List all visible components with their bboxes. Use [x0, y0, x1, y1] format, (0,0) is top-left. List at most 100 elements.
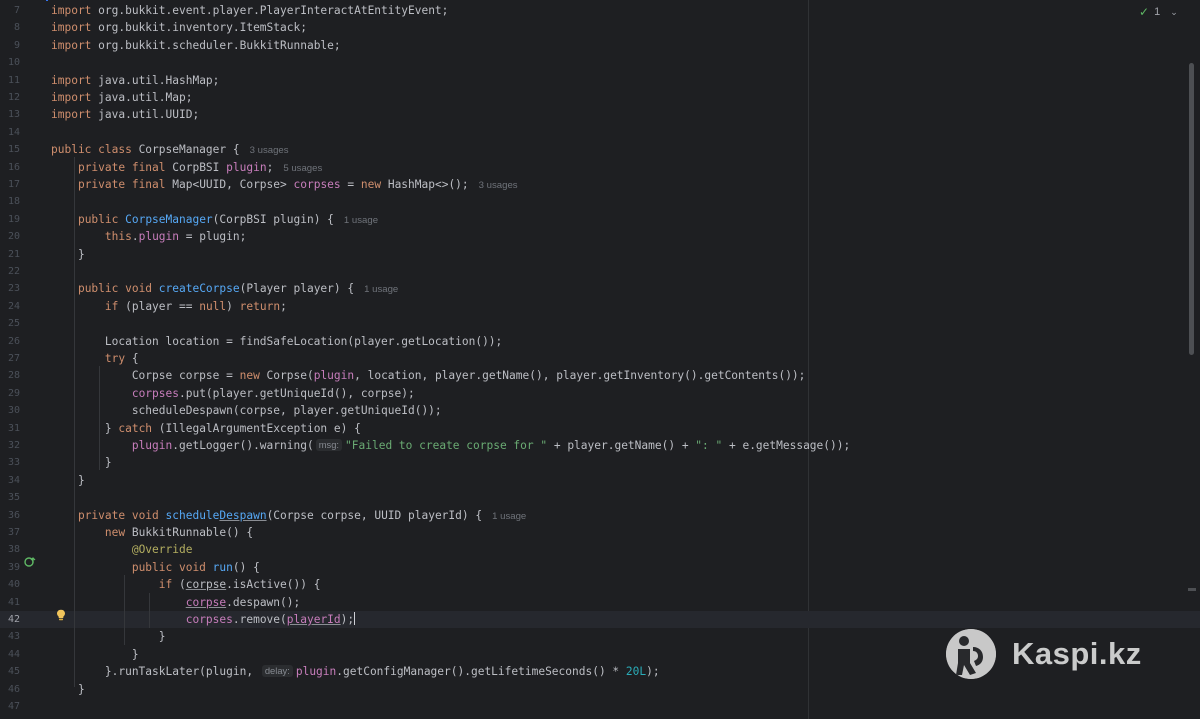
code-line[interactable]: 32 plugin.getLogger().warning(msg: "Faile…	[0, 437, 1200, 454]
code-text[interactable]: corpse.despawn();	[51, 594, 301, 611]
code-text[interactable]: corpses.put(player.getUniqueId(), corpse…	[51, 385, 415, 402]
code-line[interactable]: 47	[0, 698, 1200, 715]
line-number[interactable]: 46	[0, 681, 20, 698]
code-line[interactable]: 27 try {	[0, 350, 1200, 367]
line-number[interactable]: 40	[0, 576, 20, 593]
line-number[interactable]: 42	[0, 611, 20, 628]
code-text[interactable]: corpses.remove(playerId);	[51, 611, 356, 628]
line-number[interactable]: 15	[0, 141, 20, 158]
vertical-scrollbar-thumb[interactable]	[1189, 63, 1194, 355]
code-line[interactable]: 21 }	[0, 246, 1200, 263]
code-line[interactable]: 14	[0, 124, 1200, 141]
code-text[interactable]: scheduleDespawn(corpse, player.getUnique…	[51, 402, 442, 419]
line-number[interactable]: 35	[0, 489, 20, 506]
code-text[interactable]: }.runTaskLater(plugin, delay: plugin.getC…	[51, 663, 660, 680]
code-line[interactable]: 16 private final CorpBSI plugin; 5 usages	[0, 159, 1200, 176]
line-number[interactable]: 47	[0, 698, 20, 715]
line-number[interactable]: 44	[0, 646, 20, 663]
line-number[interactable]: 14	[0, 124, 20, 141]
code-line[interactable]: 31 } catch (IllegalArgumentException e) …	[0, 420, 1200, 437]
line-number[interactable]: 41	[0, 594, 20, 611]
code-line[interactable]: 29 corpses.put(player.getUniqueId(), cor…	[0, 385, 1200, 402]
usages-hint[interactable]: 1 usage	[344, 215, 378, 226]
line-number[interactable]: 24	[0, 298, 20, 315]
code-line[interactable]: 30 scheduleDespawn(corpse, player.getUni…	[0, 402, 1200, 419]
code-text[interactable]: new BukkitRunnable() {	[51, 524, 253, 541]
code-text[interactable]: Location location = findSafeLocation(pla…	[51, 333, 502, 350]
line-number[interactable]: 25	[0, 315, 20, 332]
code-text[interactable]: Corpse corpse = new Corpse(plugin, locat…	[51, 367, 806, 384]
code-text[interactable]: import org.bukkit.event.player.PlayerInt…	[51, 2, 448, 19]
code-text[interactable]: import java.util.Map;	[51, 89, 192, 106]
line-number[interactable]: 29	[0, 385, 20, 402]
line-number[interactable]: 16	[0, 159, 20, 176]
code-text[interactable]: import java.util.UUID;	[51, 106, 199, 123]
code-text[interactable]: if (corpse.isActive()) {	[51, 576, 321, 593]
code-text[interactable]: }	[51, 454, 112, 471]
code-text[interactable]: this.plugin = plugin;	[51, 228, 246, 245]
code-line[interactable]: 42 corpses.remove(playerId);	[0, 611, 1200, 629]
code-line[interactable]: 17 private final Map<UUID, Corpse> corps…	[0, 176, 1200, 193]
line-number[interactable]: 9	[0, 37, 20, 54]
code-text[interactable]: }	[51, 681, 85, 698]
code-line[interactable]: 13 import java.util.UUID;	[0, 106, 1200, 123]
chevron-down-icon[interactable]: ⌄	[1170, 7, 1178, 18]
code-line[interactable]: 33 }	[0, 454, 1200, 471]
line-number[interactable]: 10	[0, 54, 20, 71]
code-line[interactable]: 18	[0, 193, 1200, 210]
parameter-hint[interactable]: msg:	[315, 439, 343, 451]
line-number[interactable]: 38	[0, 541, 20, 558]
line-number[interactable]: 45	[0, 663, 20, 680]
line-number[interactable]: 37	[0, 524, 20, 541]
code-line[interactable]: 20 this.plugin = plugin;	[0, 228, 1200, 245]
code-text[interactable]: }	[51, 246, 85, 263]
line-number[interactable]: 21	[0, 246, 20, 263]
code-line[interactable]: 35	[0, 489, 1200, 506]
code-text[interactable]: if (player == null) return;	[51, 298, 287, 315]
override-gutter-icon[interactable]	[24, 556, 36, 574]
code-line[interactable]: 15 public class CorpseManager {3 usages	[0, 141, 1200, 158]
code-text[interactable]: private final Map<UUID, Corpse> corpses …	[51, 176, 518, 194]
line-number[interactable]: 32	[0, 437, 20, 454]
code-text[interactable]: plugin.getLogger().warning(msg: "Failed t…	[51, 437, 850, 454]
line-number[interactable]: 28	[0, 367, 20, 384]
intention-bulb-icon[interactable]	[56, 609, 66, 627]
parameter-hint[interactable]: delay:	[261, 665, 293, 678]
line-number[interactable]: 27	[0, 350, 20, 367]
code-text[interactable]: public void createCorpse(Player player) …	[51, 280, 398, 298]
code-line[interactable]: 46 }	[0, 681, 1200, 698]
code-line[interactable]: 36 private void scheduleDespawn(Corpse c…	[0, 507, 1200, 524]
code-text[interactable]: private void scheduleDespawn(Corpse corp…	[51, 507, 526, 525]
line-number[interactable]: 26	[0, 333, 20, 350]
line-number[interactable]: 20	[0, 228, 20, 245]
code-line[interactable]: 22	[0, 263, 1200, 280]
code-editor[interactable]: 7 import org.bukkit.event.player.PlayerIn…	[0, 0, 1200, 719]
usages-hint[interactable]: 5 usages	[283, 163, 322, 174]
code-line[interactable]: 7 import org.bukkit.event.player.PlayerIn…	[0, 2, 1200, 19]
line-number[interactable]: 39	[0, 559, 20, 576]
line-number[interactable]: 11	[0, 72, 20, 89]
line-number[interactable]: 17	[0, 176, 20, 193]
usages-hint[interactable]: 3 usages	[479, 180, 518, 191]
line-number[interactable]: 19	[0, 211, 20, 228]
line-number[interactable]: 31	[0, 420, 20, 437]
code-line[interactable]: 19 public CorpseManager(CorpBSI plugin) …	[0, 211, 1200, 228]
code-line[interactable]: 39 public void run() {	[0, 559, 1200, 576]
code-text[interactable]: public CorpseManager(CorpBSI plugin) {1 …	[51, 211, 378, 229]
code-line[interactable]: 10	[0, 54, 1200, 71]
line-number[interactable]: 18	[0, 193, 20, 210]
code-line[interactable]: 24 if (player == null) return;	[0, 298, 1200, 315]
line-number[interactable]: 33	[0, 454, 20, 471]
code-line[interactable]: 37 new BukkitRunnable() {	[0, 524, 1200, 541]
line-number[interactable]: 22	[0, 263, 20, 280]
line-number[interactable]: 8	[0, 19, 20, 36]
usages-hint[interactable]: 1 usage	[492, 511, 526, 522]
code-text[interactable]: import org.bukkit.scheduler.BukkitRunnab…	[51, 37, 341, 54]
code-text[interactable]: }	[51, 646, 139, 663]
inspection-status[interactable]: ✓ 1 ⌄	[1139, 4, 1178, 20]
code-text[interactable]: import java.util.HashMap;	[51, 72, 219, 89]
code-line[interactable]: 11 import java.util.HashMap;	[0, 72, 1200, 89]
code-line[interactable]: 26 Location location = findSafeLocation(…	[0, 333, 1200, 350]
code-line[interactable]: 28 Corpse corpse = new Corpse(plugin, lo…	[0, 367, 1200, 384]
code-line[interactable]: 38 @Override	[0, 541, 1200, 558]
